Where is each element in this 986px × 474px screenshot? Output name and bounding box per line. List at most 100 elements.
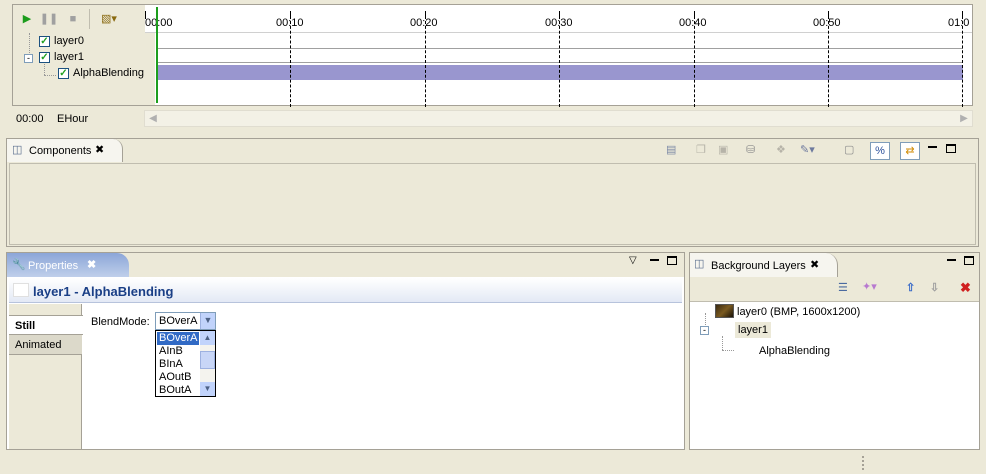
swap-toggle-icon[interactable]: ⇄ — [900, 142, 920, 160]
add-effect-icon[interactable]: ✦▾ — [862, 280, 877, 293]
background-layers-tree: layer0 (BMP, 1600x1200) - layer1 AlphaBl… — [690, 303, 979, 449]
maximize-icon[interactable] — [667, 256, 677, 265]
play-icon: ▶ — [22, 13, 32, 25]
play-button[interactable]: ▶ — [19, 11, 35, 27]
track-layer1[interactable] — [157, 49, 963, 63]
percent-toggle-icon[interactable]: % — [870, 142, 890, 160]
tick-label: 00:40 — [679, 17, 707, 29]
scroll-down-arrow[interactable]: ▼ — [200, 382, 215, 396]
scroll-thumb[interactable] — [200, 351, 215, 369]
toolbar-separator — [89, 9, 90, 29]
tick-label: 00:50 — [813, 17, 841, 29]
properties-tab[interactable]: 🔧 Properties ✖ — [7, 253, 129, 277]
edit-icon[interactable]: ✎▾ — [800, 143, 815, 156]
track-alphablending[interactable] — [157, 65, 963, 80]
components-tab[interactable]: ◫ Components ✖ — [7, 139, 123, 162]
minimize-icon[interactable] — [650, 259, 659, 261]
layer0-checkbox[interactable]: ✓ — [39, 36, 50, 47]
tree-item-layer1[interactable]: layer1 — [735, 322, 771, 338]
delete-icon[interactable]: ✖ — [960, 280, 971, 296]
blendmode-label: BlendMode: — [91, 316, 150, 328]
gridline — [828, 21, 829, 107]
close-icon[interactable]: ✖ — [810, 258, 819, 271]
view-menu-icon[interactable]: ▽ — [629, 255, 637, 266]
layer1-checkbox[interactable]: ✓ — [39, 52, 50, 63]
maximize-icon[interactable] — [964, 256, 974, 265]
dropdown-option[interactable]: BOverA — [157, 332, 199, 345]
components-tab-label: Components — [29, 145, 92, 157]
alphablending-checkbox[interactable]: ✓ — [58, 68, 69, 79]
background-layers-toolbar: ☰ ✦▾ ⇧ ⇩ ✖ — [690, 277, 979, 302]
dropdown-scrollbar[interactable]: ▲ ▼ — [200, 331, 215, 396]
layer-thumbnail — [715, 304, 734, 318]
dropdown-option[interactable]: BOutA — [159, 384, 191, 397]
wand-icon[interactable]: ❖ — [776, 143, 786, 156]
chevron-down-icon[interactable]: ▼ — [200, 313, 215, 329]
stop-icon: ■ — [69, 13, 77, 25]
track-layer0[interactable] — [157, 35, 963, 49]
tree-item-alphablending[interactable]: AlphaBlending — [759, 345, 830, 357]
gridline — [290, 21, 291, 107]
tick-label: 00:00 — [145, 17, 173, 29]
collapse-icon[interactable]: - — [700, 326, 709, 335]
tree-line — [44, 64, 45, 75]
properties-header: layer1 - AlphaBlending — [9, 278, 682, 303]
scroll-right-arrow[interactable]: ▶ — [956, 111, 972, 126]
save-icon[interactable]: ⛁ — [746, 143, 755, 156]
minimize-icon[interactable] — [928, 146, 937, 155]
properties-tab-label: Properties — [28, 260, 79, 272]
components-icon: ◫ — [12, 144, 23, 156]
dropdown-option[interactable]: AInB — [159, 345, 183, 358]
components-content — [9, 163, 976, 245]
blendmode-select-value: BOverA — [159, 315, 198, 327]
gridline — [559, 21, 560, 107]
stop-button[interactable]: ■ — [65, 11, 81, 27]
background-layers-panel: ◫ Background Layers ✖ ☰ ✦▾ ⇧ ⇩ ✖ layer0 … — [689, 252, 980, 450]
gridline — [694, 21, 695, 107]
tree-item-layer0[interactable]: layer0 (BMP, 1600x1200) — [737, 306, 860, 318]
tree-item-layer0[interactable]: layer0 — [54, 35, 84, 47]
properties-icon[interactable]: ▢ — [844, 143, 854, 156]
horizontal-scrollbar[interactable]: ◀ ▶ — [144, 110, 973, 127]
pause-icon: ❚❚ — [39, 13, 59, 25]
time-display: 00:00 — [16, 113, 44, 125]
tick-label: 00:20 — [410, 17, 438, 29]
tick-label: 01:0 — [948, 17, 970, 29]
list-icon[interactable]: ☰ — [838, 281, 848, 294]
tree-item-layer1[interactable]: layer1 — [54, 51, 84, 63]
timeline-panel: ▶ ❚❚ ■ ▧▾ ✓ layer0 - ✓ layer1 ✓ AlphaBle… — [12, 4, 973, 107]
layers-menu-button[interactable]: ▧▾ — [95, 11, 123, 27]
pause-button[interactable]: ❚❚ — [39, 11, 59, 27]
properties-header-title: layer1 - AlphaBlending — [33, 284, 174, 299]
scroll-up-arrow[interactable]: ▲ — [200, 331, 215, 345]
list-view-icon[interactable]: ▤ — [666, 143, 676, 156]
layers-icon: ▧▾ — [101, 13, 117, 25]
layers-icon: ◫ — [694, 258, 705, 270]
side-tab-still[interactable]: Still — [9, 315, 83, 335]
gridline — [962, 21, 963, 107]
close-icon[interactable]: ✖ — [95, 143, 104, 156]
move-down-icon[interactable]: ⇩ — [930, 281, 939, 294]
dropdown-option[interactable]: BInA — [159, 358, 183, 371]
minimize-icon[interactable] — [947, 259, 956, 261]
tree-line — [722, 336, 723, 350]
gridline — [425, 21, 426, 107]
scroll-left-arrow[interactable]: ◀ — [145, 111, 161, 126]
close-icon[interactable]: ✖ — [87, 258, 96, 271]
blendmode-select[interactable]: BOverA ▼ — [155, 312, 216, 330]
background-layers-tab[interactable]: ◫ Background Layers ✖ — [690, 253, 838, 277]
maximize-icon[interactable] — [946, 144, 956, 153]
components-toolbar: ▤ ❐ ▣ ⛁ ❖ ✎▾ ▢ % ⇄ — [654, 142, 974, 162]
side-tab-animated[interactable]: Animated — [9, 335, 82, 355]
paste-icon[interactable]: ▣ — [718, 143, 728, 156]
tree-line — [44, 75, 56, 76]
components-panel: ◫ Components ✖ ▤ ❐ ▣ ⛁ ❖ ✎▾ ▢ % ⇄ — [6, 138, 979, 247]
playhead-cursor[interactable] — [156, 7, 158, 103]
dropdown-option[interactable]: AOutB — [159, 371, 191, 384]
move-up-icon[interactable]: ⇧ — [906, 281, 915, 294]
collapse-icon[interactable]: - — [24, 54, 33, 63]
wrench-icon: 🔧 — [12, 259, 26, 271]
copy-icon[interactable]: ❐ — [696, 143, 706, 156]
tree-item-alphablending[interactable]: AlphaBlending — [73, 67, 144, 79]
time-unit-label: EHour — [57, 113, 89, 125]
